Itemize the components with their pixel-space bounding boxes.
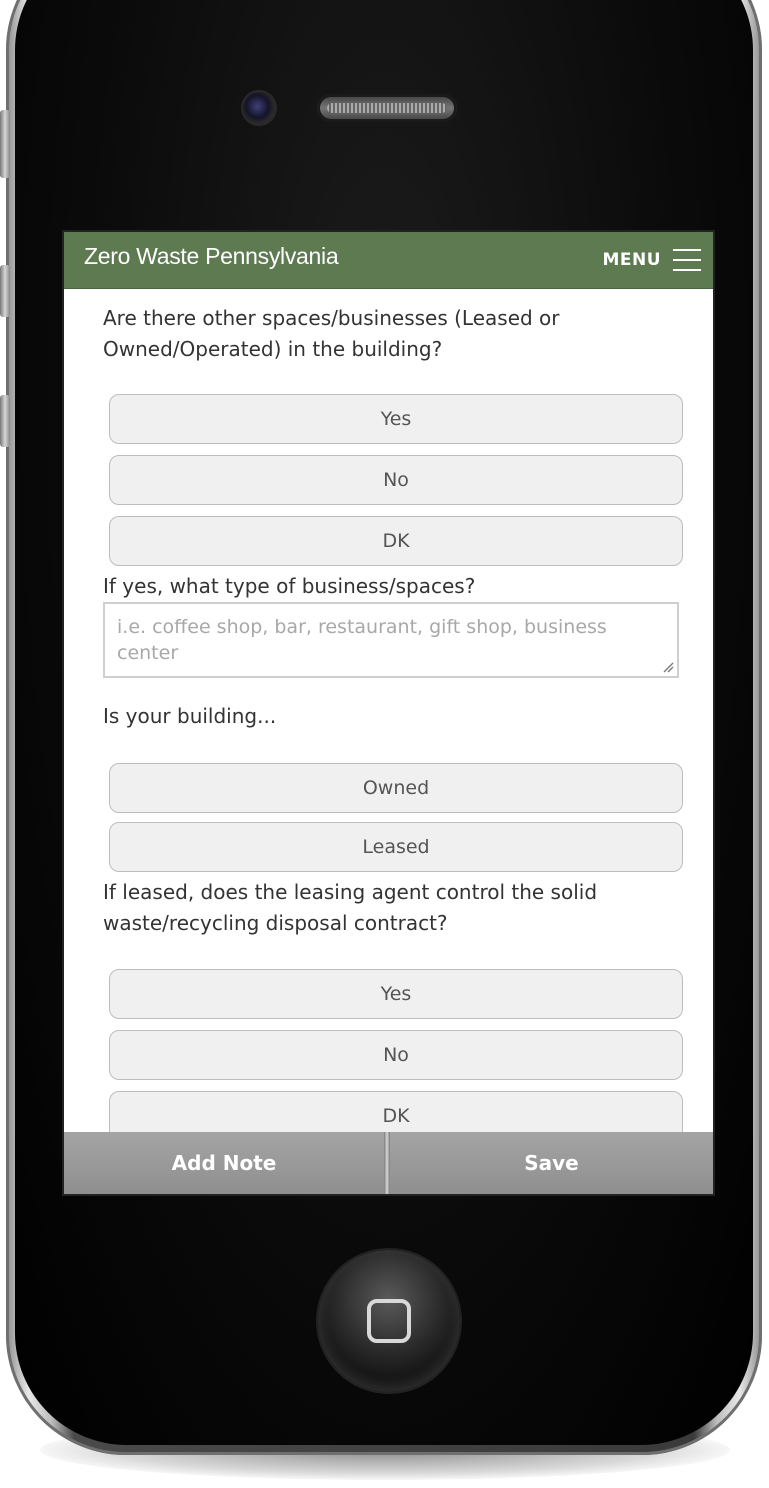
stage: Zero Waste Pennsylvania MENU Are there o… bbox=[0, 0, 769, 1488]
resize-grip-icon[interactable] bbox=[662, 661, 674, 673]
menu-label: MENU bbox=[602, 250, 661, 270]
earpiece-speaker bbox=[317, 94, 457, 122]
business-type-textarea[interactable]: i.e. coffee shop, bar, restaurant, gift … bbox=[103, 602, 679, 678]
app-title[interactable]: Zero Waste Pennsylvania bbox=[84, 243, 339, 270]
front-camera bbox=[243, 92, 275, 124]
leasing-agent-yes-button[interactable]: Yes bbox=[109, 969, 683, 1019]
save-button[interactable]: Save bbox=[390, 1132, 713, 1194]
hamburger-icon bbox=[673, 248, 701, 272]
building-leased-button[interactable]: Leased bbox=[109, 822, 683, 872]
footer-toolbar: Add Note Save bbox=[64, 1132, 713, 1194]
question-building-ownership: Is your building... bbox=[103, 704, 277, 728]
business-type-placeholder: i.e. coffee shop, bar, restaurant, gift … bbox=[117, 616, 607, 664]
app-screen: Zero Waste Pennsylvania MENU Are there o… bbox=[64, 232, 713, 1194]
question-business-type: If yes, what type of business/spaces? bbox=[103, 574, 476, 598]
leasing-agent-no-button[interactable]: No bbox=[109, 1030, 683, 1080]
home-button[interactable] bbox=[318, 1250, 460, 1392]
menu-button[interactable]: MENU bbox=[602, 242, 701, 278]
add-note-button[interactable]: Add Note bbox=[64, 1132, 384, 1194]
app-header: Zero Waste Pennsylvania MENU bbox=[64, 232, 713, 289]
other-spaces-dk-button[interactable]: DK bbox=[109, 516, 683, 566]
question-other-spaces: Are there other spaces/businesses (Lease… bbox=[103, 306, 560, 361]
other-spaces-no-button[interactable]: No bbox=[109, 455, 683, 505]
home-button-icon bbox=[367, 1299, 411, 1343]
survey-form: Are there other spaces/businesses (Lease… bbox=[64, 289, 713, 1132]
volume-down-button bbox=[0, 395, 10, 447]
mute-switch bbox=[0, 110, 10, 178]
question-leasing-agent: If leased, does the leasing agent contro… bbox=[103, 880, 598, 935]
building-owned-button[interactable]: Owned bbox=[109, 763, 683, 813]
volume-up-button bbox=[0, 265, 10, 317]
other-spaces-yes-button[interactable]: Yes bbox=[109, 394, 683, 444]
leasing-agent-dk-button[interactable]: DK bbox=[109, 1091, 683, 1132]
